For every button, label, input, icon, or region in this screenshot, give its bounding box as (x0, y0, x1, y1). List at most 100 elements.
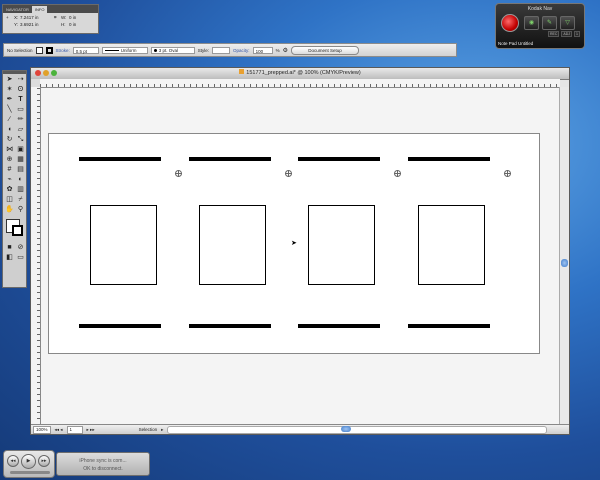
magic-wand-tool-icon[interactable]: ✶ (4, 85, 15, 95)
line-tool-icon[interactable]: ╲ (4, 105, 15, 115)
next-icon[interactable]: ▸▸ (38, 455, 50, 467)
profile-value: Uniform (120, 47, 137, 53)
eyedropper-tool-icon[interactable]: ⌁ (4, 175, 15, 185)
volume-slider[interactable] (10, 471, 50, 474)
eraser-tool-icon[interactable]: ▱ (15, 125, 26, 135)
previous-icon[interactable]: ◂◂ (7, 455, 19, 467)
zoom-button[interactable] (51, 70, 57, 76)
perspective-grid-tool-icon[interactable]: ▦ (15, 155, 26, 165)
minimize-button[interactable] (43, 70, 49, 76)
pencil-tool-icon[interactable]: ✏ (15, 115, 26, 125)
type-tool-icon[interactable]: T (15, 95, 26, 105)
zoom-field[interactable]: 100% (33, 425, 51, 434)
pen-tool-icon[interactable]: ✒ (4, 95, 15, 105)
zoom-tool-icon[interactable]: ⚲ (15, 205, 26, 215)
registration-mark-icon[interactable] (394, 170, 401, 177)
artboard-number[interactable]: 1 (66, 425, 83, 434)
kodak-buttons: ◉ ✎ ▽ (524, 16, 575, 30)
frame-3[interactable] (308, 205, 375, 285)
kodak-mini-2[interactable]: ADJ (561, 31, 573, 37)
artboard-tool-icon[interactable]: ◫ (4, 195, 15, 205)
camera-icon[interactable]: ◉ (524, 16, 539, 30)
symbol-sprayer-tool-icon[interactable]: ✿ (4, 185, 15, 195)
horizontal-scrollbar[interactable] (167, 425, 547, 434)
style-dropdown[interactable] (212, 46, 231, 54)
record-button[interactable] (501, 14, 519, 32)
column-graph-tool-icon[interactable]: ▥ (15, 185, 26, 195)
free-transform-tool-icon[interactable]: ▣ (15, 145, 26, 155)
blend-tool-icon[interactable]: ◐ (15, 175, 26, 185)
hand-tool-icon[interactable]: ✋ (4, 205, 15, 215)
scale-tool-icon[interactable]: ⤡ (15, 135, 26, 145)
opacity-label[interactable]: Opacity: (233, 48, 250, 53)
paintbrush-tool-icon[interactable]: ∕ (4, 115, 15, 125)
kodak-mini-1[interactable]: REC (548, 31, 560, 37)
bottom-rule-4[interactable] (408, 324, 490, 328)
bottom-rule-3[interactable] (298, 324, 380, 328)
info-palette-tabs: NAVIGATOR INFO (3, 5, 98, 13)
top-rule-3[interactable] (298, 157, 380, 161)
mesh-tool-icon[interactable]: # (4, 165, 15, 175)
top-rule-4[interactable] (408, 157, 490, 161)
registration-mark-icon[interactable] (504, 170, 511, 177)
shape-builder-tool-icon[interactable]: ⊕ (4, 155, 15, 165)
registration-mark-icon[interactable] (175, 170, 182, 177)
stroke-chip[interactable] (12, 225, 23, 236)
y-label: Y: (14, 22, 19, 27)
none-mode-icon[interactable]: ⊘ (15, 243, 26, 253)
vertical-scrollbar[interactable] (559, 87, 569, 425)
kodak-mini-3[interactable]: 1 (574, 31, 580, 37)
rectangle-tool-icon[interactable]: ▭ (15, 105, 26, 115)
frame-1[interactable] (90, 205, 157, 285)
artboard-nav-icon[interactable]: ◂◂ ◂ (55, 427, 63, 433)
opacity-field[interactable]: 100 (252, 46, 273, 54)
top-rule-1[interactable] (79, 157, 161, 161)
lasso-tool-icon[interactable]: ʘ (15, 85, 26, 95)
recolor-icon[interactable]: ⚙ (283, 47, 288, 54)
play-icon[interactable]: ▶ (21, 454, 36, 469)
top-rule-2[interactable] (189, 157, 271, 161)
status-menu-icon[interactable]: ▸ (161, 427, 163, 433)
brush-dot-icon (153, 48, 157, 52)
close-button[interactable] (35, 70, 41, 76)
color-mode-icon[interactable]: ■ (4, 243, 15, 253)
bottom-rule-2[interactable] (189, 324, 271, 328)
stroke-label[interactable]: Stroke: (56, 48, 70, 53)
slice-tool-icon[interactable]: ⌿ (15, 195, 26, 205)
w-value: 0 in (69, 15, 77, 20)
gradient-tool-icon[interactable]: ▤ (15, 165, 26, 175)
width-tool-icon[interactable]: ⋈ (4, 145, 15, 155)
document-status-bar: 100% ◂◂ ◂ 1 ▸ ▸▸ Selection ▸ (31, 424, 569, 434)
w-label: W: (61, 15, 67, 20)
vertical-ruler[interactable] (31, 87, 41, 425)
horizontal-scroll-thumb[interactable] (341, 425, 352, 432)
canvas[interactable] (41, 88, 559, 425)
screen-mode-icon[interactable]: ▭ (15, 253, 26, 263)
horizontal-ruler[interactable] (40, 79, 560, 88)
vertical-scroll-thumb[interactable] (561, 259, 568, 267)
fill-swatch[interactable] (35, 46, 43, 54)
tab-info[interactable]: INFO (31, 6, 48, 13)
rotate-tool-icon[interactable]: ↻ (4, 135, 15, 145)
direct-selection-tool-icon[interactable]: ⇢ (15, 75, 26, 85)
tab-navigator[interactable]: NAVIGATOR (3, 6, 32, 13)
kodak-widget: Kodak Nav ◉ ✎ ▽ REC ADJ 1 Note Pad Untit… (495, 3, 585, 49)
stroke-weight-field[interactable]: 0.5 pt (72, 46, 99, 54)
selection-tool-icon[interactable]: ➤ (4, 75, 15, 85)
artboard-nav-next-icon[interactable]: ▸ ▸▸ (87, 427, 95, 433)
variable-width-profile[interactable]: Uniform (101, 46, 148, 54)
stroke-swatch[interactable] (45, 46, 53, 54)
status-tool[interactable]: Selection (139, 427, 158, 432)
blob-brush-tool-icon[interactable]: ◖ (4, 125, 15, 135)
registration-mark-icon[interactable] (285, 170, 292, 177)
document-setup-button[interactable]: Document Setup (290, 45, 359, 55)
scan-icon[interactable]: ✎ (542, 16, 557, 30)
brush-definition[interactable]: 3 pt. Oval (150, 46, 195, 54)
bottom-rule-1[interactable] (79, 324, 161, 328)
draw-mode-icon[interactable]: ◧ (4, 253, 15, 263)
frame-4[interactable] (418, 205, 485, 285)
filter-icon[interactable]: ▽ (560, 16, 575, 30)
frame-2[interactable] (199, 205, 266, 285)
notification-line-2: OK to disconnect. (83, 466, 123, 472)
brush-value: 3 pt. Oval (158, 47, 179, 53)
